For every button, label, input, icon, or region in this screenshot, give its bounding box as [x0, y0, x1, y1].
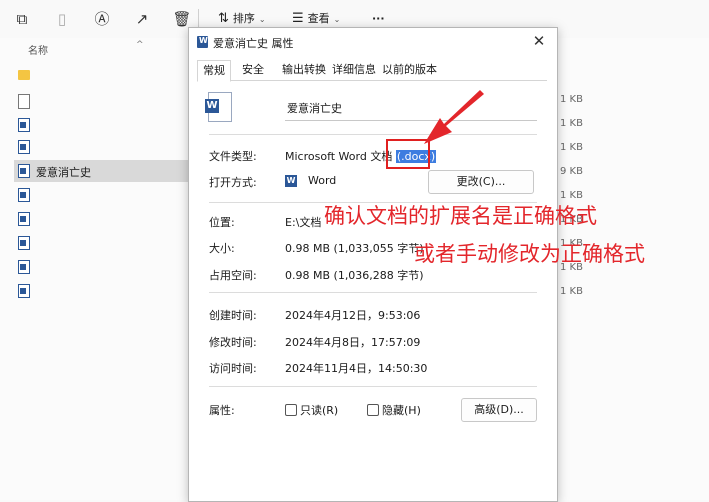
created-label: 创建时间: [209, 309, 257, 322]
change-button[interactable]: 更改(C)... [428, 170, 534, 194]
list-item[interactable] [14, 136, 194, 158]
hidden-label: 隐藏(H) [382, 404, 421, 417]
sort-icon: ⇅ [218, 11, 229, 26]
copy-icon[interactable]: ⧉ [12, 9, 32, 29]
list-item[interactable] [14, 256, 194, 278]
file-type-label: 文件类型: [209, 150, 257, 163]
file-size: 1 KB [560, 286, 583, 297]
word-file-icon [18, 284, 30, 298]
open-with-label: 打开方式: [209, 176, 257, 189]
annotation-line-1: 确认文档的扩展名是正确格式 [324, 204, 597, 228]
sort-label: 排序 [232, 12, 255, 25]
advanced-button[interactable]: 高级(D)... [461, 398, 537, 422]
attributes-label: 属性: [209, 404, 235, 417]
size-label: 大小: [209, 242, 235, 255]
annotation-line-2: 或者手动修改为正确格式 [414, 242, 645, 266]
word-document-icon: W [205, 92, 232, 122]
list-item[interactable] [14, 114, 194, 136]
created-value: 2024年4月12日，9:53:06 [285, 309, 421, 322]
word-icon [197, 36, 208, 48]
tab-details[interactable]: 详细信息 [327, 60, 381, 79]
divider [209, 386, 537, 387]
chevron-down-icon: ⌄ [258, 15, 266, 24]
size-on-disk-value: 0.98 MB (1,036,288 字节) [285, 269, 424, 282]
red-arrow-icon [424, 90, 484, 144]
file-type-text: Microsoft Word 文档 [285, 150, 393, 163]
list-item[interactable] [14, 208, 194, 230]
paste-icon[interactable]: ▯ [52, 9, 72, 29]
close-icon[interactable]: ✕ [529, 31, 549, 51]
dialog-title-bar[interactable]: 爱意消亡史 属性 ✕ [189, 28, 557, 56]
tab-general[interactable]: 常规 [197, 60, 231, 82]
size-on-disk-label: 占用空间: [209, 269, 257, 282]
list-item-selected[interactable]: 爱意消亡史 [14, 160, 194, 182]
file-size: 1 KB [560, 94, 583, 105]
tab-security[interactable]: 安全 [237, 60, 269, 79]
open-with-value: Word [308, 174, 337, 187]
location-value: E:\文档 [285, 216, 322, 229]
share-icon[interactable]: ↗ [132, 9, 152, 29]
document-icon [18, 94, 30, 109]
size-value: 0.98 MB (1,033,055 字节) [285, 242, 424, 255]
word-file-icon [18, 260, 30, 274]
location-label: 位置: [209, 216, 235, 229]
word-file-icon [18, 236, 30, 250]
sort-caret-icon: ^ [136, 40, 144, 50]
modified-label: 修改时间: [209, 336, 257, 349]
list-item[interactable] [14, 64, 194, 86]
more-button[interactable]: ··· [372, 10, 385, 28]
word-file-icon [18, 140, 30, 154]
word-file-icon [18, 188, 30, 202]
dialog-title: 爱意消亡史 属性 [213, 37, 294, 50]
file-size: 1 KB [560, 118, 583, 129]
folder-icon [18, 70, 30, 80]
accessed-label: 访问时间: [209, 362, 257, 375]
readonly-label: 只读(R) [300, 404, 339, 417]
list-item[interactable] [14, 232, 194, 254]
sort-button[interactable]: ⇅ 排序 ⌄ [218, 10, 266, 28]
list-item[interactable] [14, 184, 194, 206]
delete-icon[interactable]: 🗑 [172, 9, 192, 29]
divider [209, 292, 537, 293]
rename-icon[interactable]: Ⓐ [92, 9, 112, 29]
tab-previous-versions[interactable]: 以前的版本 [377, 60, 442, 79]
view-button[interactable]: ☰ 查看 ⌄ [292, 10, 340, 28]
list-item[interactable] [14, 90, 194, 112]
word-file-icon [18, 164, 30, 178]
word-app-icon: W [285, 175, 297, 187]
list-item[interactable] [14, 280, 194, 302]
accessed-value: 2024年11月4日，14:50:30 [285, 362, 428, 375]
chevron-down-icon: ⌄ [333, 15, 341, 24]
word-file-icon [18, 212, 30, 226]
selected-file-name: 爱意消亡史 [36, 166, 91, 179]
view-icon: ☰ [292, 11, 304, 26]
file-size: 9 KB [560, 166, 583, 177]
file-name-field[interactable]: 爱意消亡史 [285, 98, 537, 121]
modified-value: 2024年4月8日，17:57:09 [285, 336, 421, 349]
tab-bar: 常规 安全 输出转换 详细信息 以前的版本 [197, 60, 547, 82]
word-file-icon [18, 118, 30, 132]
hidden-checkbox[interactable] [367, 404, 379, 416]
tab-output-convert[interactable]: 输出转换 [277, 60, 331, 79]
readonly-checkbox[interactable] [285, 404, 297, 416]
column-header-name[interactable]: 名称 [28, 42, 48, 57]
view-label: 查看 [307, 12, 330, 25]
toolbar-separator [198, 9, 199, 29]
file-size: 1 KB [560, 142, 583, 153]
